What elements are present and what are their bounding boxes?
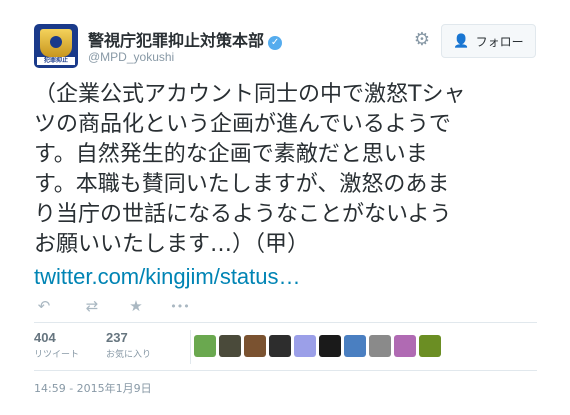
retweet-count[interactable]: 404 — [34, 330, 79, 345]
favoriter-avatar[interactable] — [194, 335, 216, 357]
favorite-label: お気に入り — [106, 350, 152, 360]
retweet-icon[interactable]: ⇄ — [82, 297, 102, 315]
favoriter-avatar[interactable] — [244, 335, 266, 357]
favorite-count[interactable]: 237 — [106, 330, 151, 345]
divider — [34, 322, 537, 323]
favoriter-avatar[interactable] — [319, 335, 341, 357]
tweet-header: 犯罪抑止 警視庁犯罪抑止対策本部 ✓ @MPD_yokushi ⚙ 👤 フォロー — [34, 24, 544, 70]
display-name-text[interactable]: 警視庁犯罪抑止対策本部 — [88, 31, 264, 50]
police-emblem-icon — [40, 29, 72, 57]
favorite-icon[interactable]: ★ — [126, 297, 146, 315]
tweet-line: （企業公式アカウント同士の中で激怒Tシャ — [34, 82, 466, 107]
tweet-line: ツの商品化という企画が進んでいるようで — [34, 112, 451, 137]
tweet-line: す。本職も賛同いたしますが、激怒のあま — [34, 172, 450, 197]
favoriter-avatar[interactable] — [294, 335, 316, 357]
follow-button[interactable]: 👤 フォロー — [441, 24, 536, 58]
tweet-line: す。自然発生的な企画で素敵だと思いま — [34, 142, 428, 167]
tweet-line: お願いいたします…）（甲） — [34, 232, 310, 257]
divider — [190, 330, 191, 364]
tweet-text: （企業公式アカウント同士の中で激怒Tシャ ツの商品化という企画が進んでいるようで… — [34, 80, 544, 260]
favoriter-avatar[interactable] — [219, 335, 241, 357]
avatar-strip-text: 犯罪抑止 — [37, 57, 75, 65]
tweet-link[interactable]: twitter.com/kingjim/status… — [34, 262, 301, 292]
account-avatar[interactable]: 犯罪抑止 — [34, 24, 78, 68]
favorite-stat[interactable]: 237 お気に入り — [106, 330, 151, 360]
follow-label: フォロー — [475, 34, 524, 49]
tweet-line: り当庁の世話になるようなことがないよう — [34, 202, 452, 227]
favoriter-avatar[interactable] — [419, 335, 441, 357]
tweet-timestamp[interactable]: 14:59 - 2015年1月9日 — [34, 380, 152, 396]
verified-badge-icon: ✓ — [268, 36, 283, 50]
gear-icon[interactable]: ⚙ — [412, 30, 432, 50]
account-display-name[interactable]: 警視庁犯罪抑止対策本部 ✓ — [88, 27, 283, 51]
more-icon[interactable]: ••• — [170, 297, 190, 317]
retweet-label: リツイート — [34, 350, 80, 360]
account-handle[interactable]: @MPD_yokushi — [88, 50, 174, 64]
retweet-stat[interactable]: 404 リツイート — [34, 330, 79, 360]
favoriter-avatar[interactable] — [369, 335, 391, 357]
favoriter-avatar[interactable] — [394, 335, 416, 357]
reply-icon[interactable]: ↶ — [34, 297, 54, 315]
favoriter-avatar[interactable] — [269, 335, 291, 357]
favoriter-avatar[interactable] — [344, 335, 366, 357]
divider — [34, 370, 537, 371]
add-user-icon: 👤 — [453, 33, 470, 49]
